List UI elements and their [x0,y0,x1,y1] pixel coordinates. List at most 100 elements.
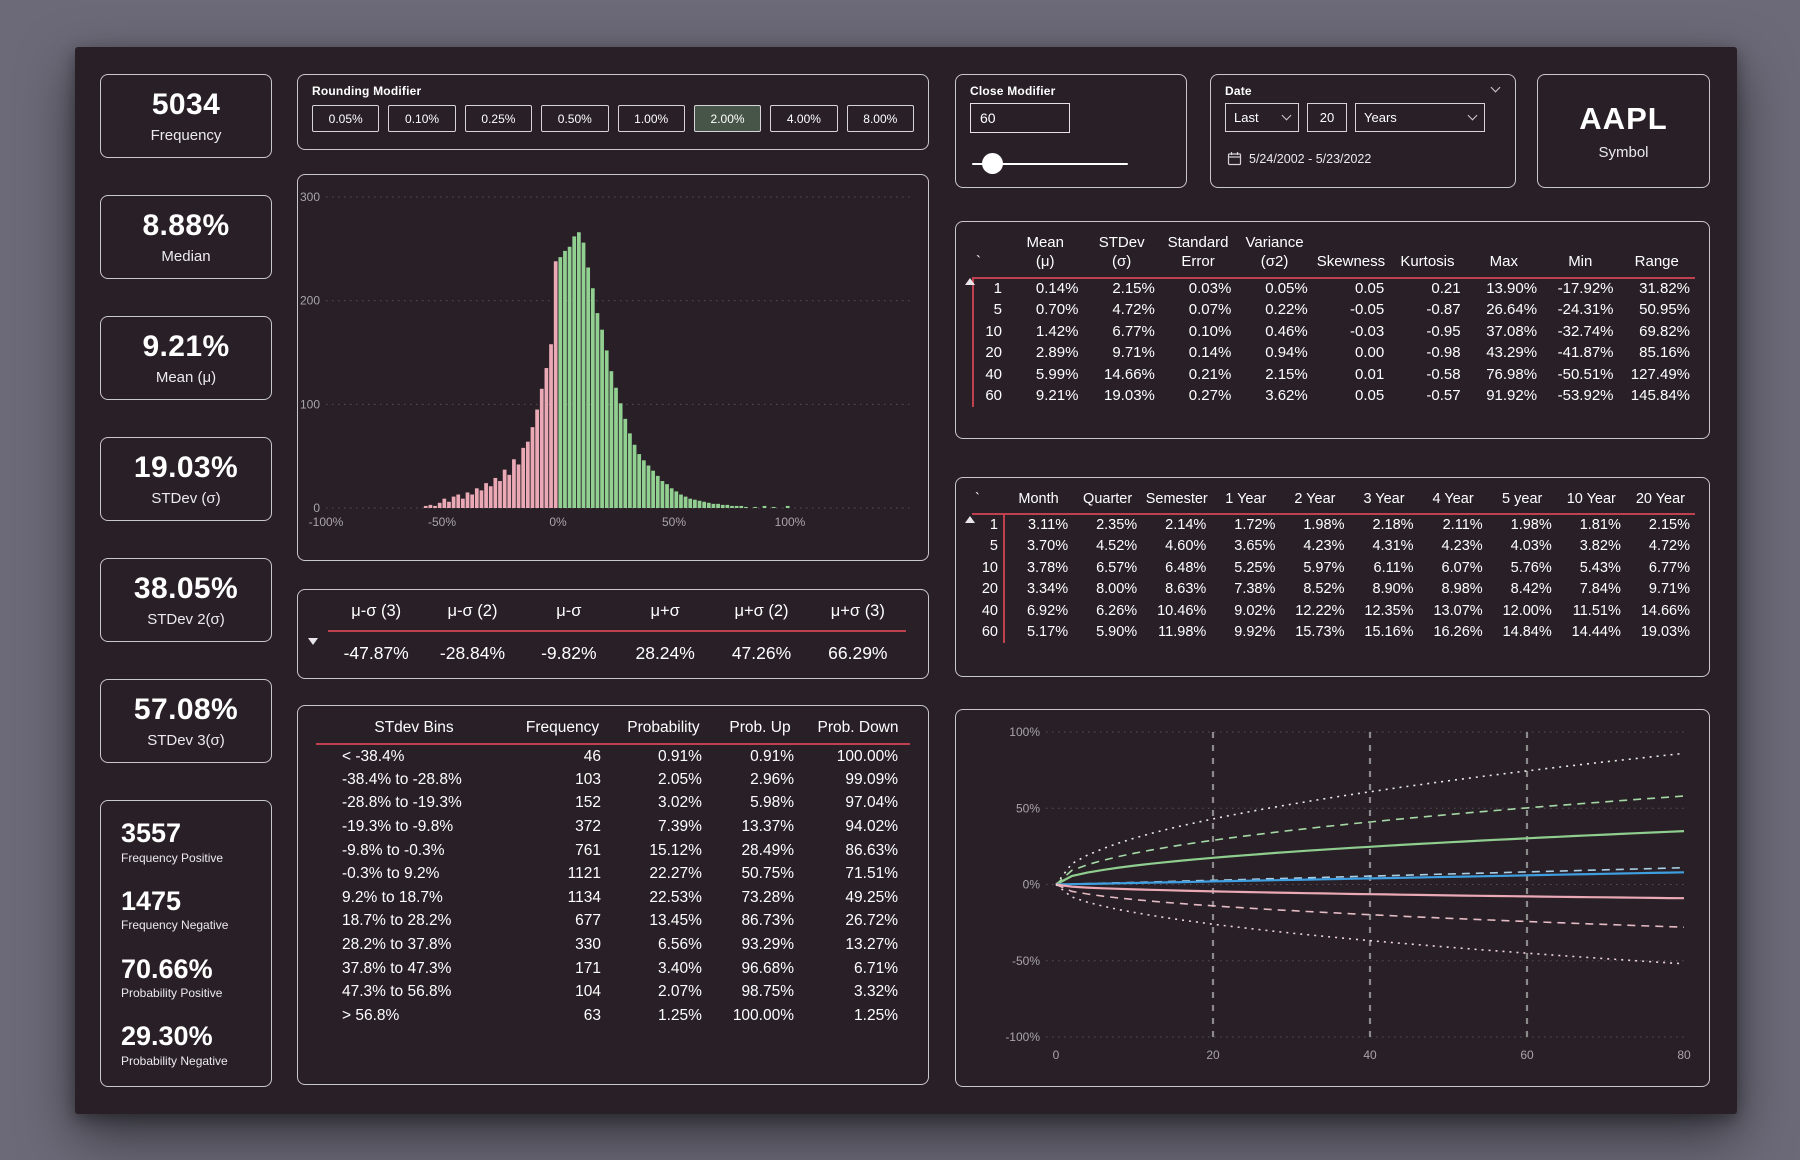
table-row[interactable]: 103.78%6.57%6.48%5.25%5.97%6.11%6.07%5.7… [972,557,1695,579]
table-cell: -0.95 [1389,321,1465,343]
table-cell: 4.52% [1073,536,1142,558]
column-header[interactable]: ` [973,234,1007,278]
sigma-column-header[interactable]: μ+σ [617,602,713,632]
kpi-value: 38.05% [134,572,238,606]
slicer-chevron-down-icon[interactable] [1491,83,1501,93]
column-header[interactable]: Prob. Up [714,718,806,744]
table-cell: 3.34% [1004,579,1073,601]
rounding-option-button[interactable]: 2.00% [694,105,761,132]
table-row[interactable]: 10.14%2.15%0.03%0.05%0.050.2113.90%-17.9… [973,278,1695,300]
sigma-column-header[interactable]: μ+σ (3) [810,602,906,632]
column-header[interactable]: Kurtosis [1389,234,1465,278]
table-row[interactable]: 405.99%14.66%0.21%2.15%0.01-0.5876.98%-5… [973,364,1695,386]
table-row[interactable]: 53.70%4.52%4.60%3.65%4.23%4.31%4.23%4.03… [972,536,1695,558]
column-header[interactable]: 20 Year [1626,490,1695,514]
table-row[interactable]: 406.92%6.26%10.46%9.02%12.22%12.35%13.07… [972,600,1695,622]
table-row[interactable]: 101.42%6.77%0.10%0.46%-0.03-0.9537.08%-3… [973,321,1695,343]
projection-chart[interactable]: 100%50%0%-50%-100%020406080 [956,710,1709,1086]
sort-ascending-icon[interactable] [965,516,975,523]
table-cell: 69.82% [1619,321,1696,343]
rounding-option-button[interactable]: 0.50% [541,105,608,132]
sigma-column-header[interactable]: μ-σ [521,602,617,632]
column-header[interactable]: Probability [613,718,714,744]
column-header[interactable]: 3 Year [1349,490,1418,514]
column-header[interactable]: 4 Year [1419,490,1488,514]
column-header[interactable]: Variance (σ2) [1236,234,1312,278]
column-header[interactable]: ` [972,490,1004,514]
table-row[interactable]: -38.4% to -28.8%1032.05%2.96%99.09% [316,768,910,792]
date-count-input[interactable]: 20 [1307,103,1347,132]
sort-ascending-icon[interactable] [965,278,975,285]
slider-thumb[interactable] [982,153,1003,174]
column-header[interactable]: Month [1004,490,1073,514]
table-cell: 1.25% [613,1004,714,1028]
rounding-option-button[interactable]: 8.00% [847,105,914,132]
rounding-option-button[interactable]: 4.00% [770,105,837,132]
histogram-chart[interactable]: 0100200300-100%-50%0%50%100% [298,175,928,560]
table-row[interactable]: 13.11%2.35%2.14%1.72%1.98%2.18%2.11%1.98… [972,514,1695,536]
column-header[interactable]: 10 Year [1557,490,1626,514]
table-cell: 37.08% [1466,321,1542,343]
table-cell: 5.43% [1557,557,1626,579]
rounding-option-button[interactable]: 0.10% [388,105,455,132]
table-row[interactable]: 47.3% to 56.8%1042.07%98.75%3.32% [316,980,910,1004]
table-row[interactable]: -28.8% to -19.3%1523.02%5.98%97.04% [316,792,910,816]
column-header[interactable]: Max [1466,234,1542,278]
sigma-column-header[interactable]: μ-σ (3) [328,602,424,632]
table-cell: 10 [972,557,1004,579]
table-row[interactable]: < -38.4%460.91%0.91%100.00% [316,744,910,768]
table-row[interactable]: 28.2% to 37.8%3306.56%93.29%13.27% [316,933,910,957]
table-row[interactable]: -9.8% to -0.3%76115.12%28.49%86.63% [316,839,910,863]
table-cell: 2.15% [1083,278,1159,300]
table-row[interactable]: -0.3% to 9.2%112122.27%50.75%71.51% [316,862,910,886]
table-cell: 8.63% [1142,579,1211,601]
date-count-value: 20 [1320,110,1334,125]
column-header[interactable]: 5 year [1488,490,1557,514]
table-row[interactable]: 203.34%8.00%8.63%7.38%8.52%8.90%8.98%8.4… [972,579,1695,601]
column-header[interactable]: Mean (μ) [1007,234,1083,278]
kpi-value: 57.08% [134,693,238,727]
rounding-option-button[interactable]: 0.05% [312,105,379,132]
close-modifier-input[interactable] [970,103,1070,133]
table-row[interactable]: 609.21%19.03%0.27%3.62%0.05-0.5791.92%-5… [973,385,1695,407]
sigma-bounds-panel: μ-σ (3)μ-σ (2)μ-σμ+σμ+σ (2)μ+σ (3)-47.87… [297,589,929,679]
table-cell: 0.94% [1236,342,1312,364]
sort-descending-icon[interactable] [308,638,318,645]
column-header[interactable]: Frequency [512,718,613,744]
rounding-option-button[interactable]: 1.00% [618,105,685,132]
table-cell: -0.3% to 9.2% [316,862,512,886]
table-cell: 8.52% [1280,579,1349,601]
table-row[interactable]: 9.2% to 18.7%113422.53%73.28%49.25% [316,886,910,910]
column-header[interactable]: Range [1619,234,1696,278]
rounding-option-button[interactable]: 0.25% [465,105,532,132]
column-header[interactable]: STdev Bins [316,718,512,744]
column-header[interactable]: STDev (σ) [1083,234,1159,278]
date-mode-dropdown[interactable]: Last [1225,103,1299,132]
close-modifier-slider[interactable] [972,153,1128,175]
table-cell: 4.23% [1419,536,1488,558]
column-header[interactable]: 2 Year [1280,490,1349,514]
column-header[interactable]: Standard Error [1160,234,1236,278]
table-cell: 71.51% [806,862,910,886]
column-header[interactable]: Skewness [1313,234,1389,278]
column-header[interactable]: Quarter [1073,490,1142,514]
table-cell: 13.07% [1419,600,1488,622]
table-row[interactable]: 605.17%5.90%11.98%9.92%15.73%15.16%16.26… [972,622,1695,644]
svg-text:0: 0 [1053,1048,1060,1062]
table-cell: 10 [973,321,1007,343]
table-row[interactable]: 50.70%4.72%0.07%0.22%-0.05-0.8726.64%-24… [973,299,1695,321]
column-header[interactable]: Prob. Down [806,718,910,744]
table-row[interactable]: > 56.8%631.25%100.00%1.25% [316,1004,910,1028]
table-row[interactable]: -19.3% to -9.8%3727.39%13.37%94.02% [316,815,910,839]
table-row[interactable]: 37.8% to 47.3%1713.40%96.68%6.71% [316,957,910,981]
column-header[interactable]: 1 Year [1211,490,1280,514]
sigma-column-header[interactable]: μ-σ (2) [424,602,520,632]
projection-panel: 100%50%0%-50%-100%020406080 [955,709,1710,1087]
sigma-column-header[interactable]: μ+σ (2) [713,602,809,632]
table-row[interactable]: 18.7% to 28.2%67713.45%86.73%26.72% [316,910,910,934]
table-row[interactable]: 202.89%9.71%0.14%0.94%0.00-0.9843.29%-41… [973,342,1695,364]
dashboard-canvas: 5034Frequency8.88%Median9.21%Mean (μ)19.… [75,47,1737,1114]
column-header[interactable]: Semester [1142,490,1211,514]
date-unit-dropdown[interactable]: Years [1355,103,1485,132]
column-header[interactable]: Min [1542,234,1618,278]
